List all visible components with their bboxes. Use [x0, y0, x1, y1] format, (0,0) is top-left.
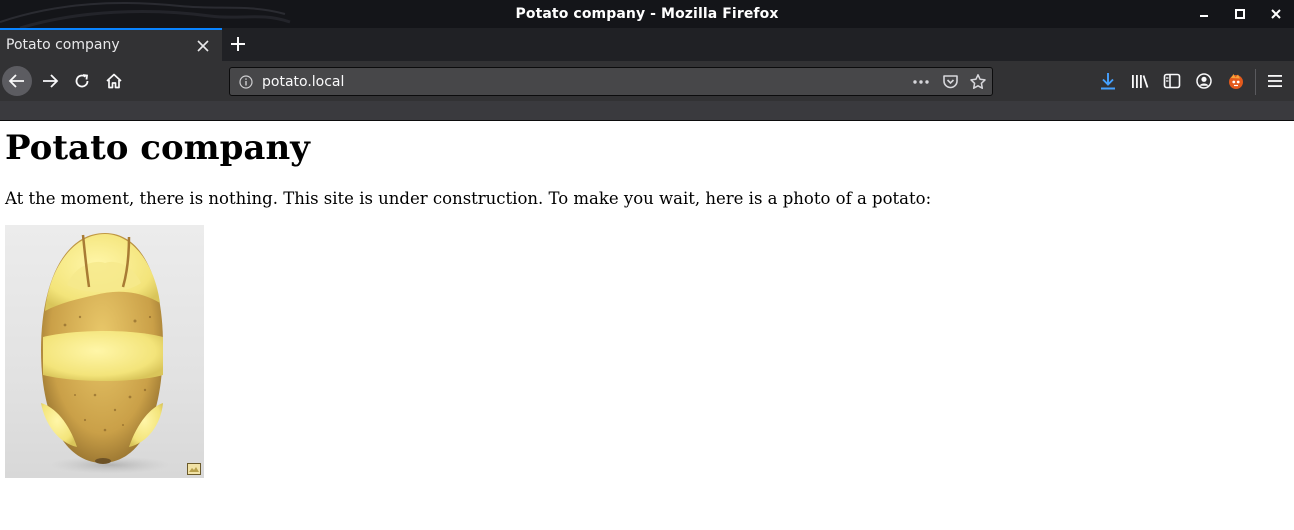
- maximize-button[interactable]: [1222, 0, 1258, 28]
- back-arrow-icon: [8, 74, 24, 88]
- bookmarks-toolbar: [0, 101, 1294, 121]
- close-icon: [1271, 9, 1281, 19]
- desktop-swoosh-decoration: [0, 2, 291, 28]
- library-icon: [1132, 75, 1149, 88]
- info-icon[interactable]: [239, 75, 253, 89]
- bookmark-button[interactable]: [969, 73, 987, 91]
- window-title-bar: Potato company - Mozilla Firefox: [0, 0, 1294, 28]
- bookmark-star-icon: [970, 74, 986, 89]
- potato-image: [41, 233, 170, 474]
- downloads-button[interactable]: [1099, 72, 1117, 90]
- page-actions-button[interactable]: [912, 73, 930, 91]
- window-title: Potato company - Mozilla Firefox: [515, 6, 779, 22]
- minimize-icon: [1200, 15, 1208, 17]
- minimize-button[interactable]: [1186, 0, 1222, 28]
- open-menu-button[interactable]: [1266, 72, 1284, 90]
- hamburger-menu-icon: [1268, 75, 1282, 87]
- forward-button[interactable]: [36, 67, 64, 95]
- forward-arrow-icon: [43, 74, 59, 88]
- page-actions-dots-icon: [913, 80, 929, 84]
- pocket-button[interactable]: [941, 73, 959, 91]
- reload-button[interactable]: [68, 67, 96, 95]
- potato-photo: [5, 225, 204, 478]
- image-badge-icon: [187, 463, 201, 475]
- url-text[interactable]: potato.local: [262, 74, 344, 90]
- url-bar[interactable]: potato.local: [229, 67, 993, 96]
- account-icon: [1196, 73, 1212, 89]
- home-icon: [106, 73, 122, 89]
- page-heading: Potato company: [5, 128, 310, 168]
- home-button[interactable]: [100, 67, 128, 95]
- maximize-icon: [1235, 9, 1245, 19]
- close-tab-icon[interactable]: [196, 39, 210, 53]
- toolbar-separator: [1255, 69, 1256, 95]
- sidebar-button[interactable]: [1163, 72, 1181, 90]
- sidebar-icon: [1163, 73, 1181, 89]
- extension-icon: [1229, 74, 1243, 89]
- pocket-icon: [942, 75, 958, 89]
- reload-icon: [75, 74, 89, 88]
- page-paragraph: At the moment, there is nothing. This si…: [5, 189, 932, 208]
- tab-strip: Potato company: [0, 28, 1294, 61]
- download-icon: [1101, 73, 1115, 90]
- navigation-toolbar: potato.local: [0, 61, 1294, 101]
- close-window-button[interactable]: [1258, 0, 1294, 28]
- back-button[interactable]: [2, 66, 32, 96]
- new-tab-icon[interactable]: [229, 35, 247, 53]
- window-controls: [1186, 0, 1294, 28]
- tab-label: Potato company: [6, 37, 120, 53]
- library-button[interactable]: [1131, 72, 1149, 90]
- tab-potato-company[interactable]: Potato company: [0, 28, 222, 61]
- extension-button[interactable]: [1227, 72, 1245, 90]
- page-content: Potato company At the moment, there is n…: [0, 122, 1294, 530]
- account-button[interactable]: [1195, 72, 1213, 90]
